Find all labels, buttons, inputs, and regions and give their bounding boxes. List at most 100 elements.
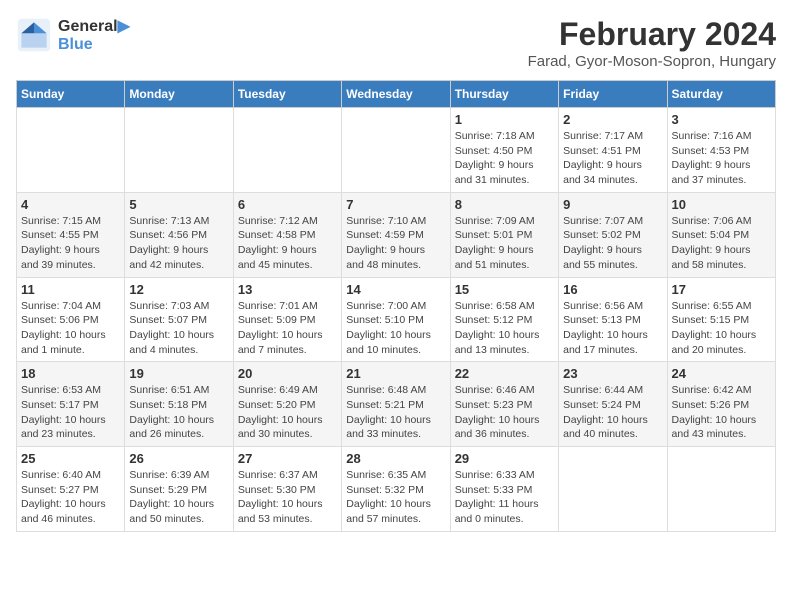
- day-detail: Sunrise: 7:13 AM Sunset: 4:56 PM Dayligh…: [129, 214, 228, 273]
- calendar-day-cell: [17, 108, 125, 193]
- day-detail: Sunrise: 7:10 AM Sunset: 4:59 PM Dayligh…: [346, 214, 445, 273]
- calendar-day-cell: 2Sunrise: 7:17 AM Sunset: 4:51 PM Daylig…: [559, 108, 667, 193]
- day-number: 18: [21, 366, 120, 381]
- day-detail: Sunrise: 6:33 AM Sunset: 5:33 PM Dayligh…: [455, 468, 554, 527]
- calendar-day-cell: 21 Sunrise: 6:48 AM Sunset: 5:21 PM Dayli…: [342, 362, 450, 447]
- day-number: 10: [672, 197, 771, 212]
- day-number: 11: [21, 282, 120, 297]
- calendar-weekday-header: Wednesday: [342, 81, 450, 108]
- day-detail: Sunrise: 6:40 AM Sunset: 5:27 PM Dayligh…: [21, 468, 120, 527]
- calendar-day-cell: 19 Sunrise: 6:51 AM Sunset: 5:18 PM Dayli…: [125, 362, 233, 447]
- calendar-weekday-header: Sunday: [17, 81, 125, 108]
- calendar-day-cell: 3Sunrise: 7:16 AM Sunset: 4:53 PM Daylig…: [667, 108, 775, 193]
- day-number: 3: [672, 112, 771, 127]
- calendar-weekday-header: Saturday: [667, 81, 775, 108]
- calendar-week-row: 11 Sunrise: 7:04 AM Sunset: 5:06 PM Dayli…: [17, 277, 776, 362]
- calendar-day-cell: [559, 447, 667, 532]
- calendar-day-cell: [125, 108, 233, 193]
- day-number: 5: [129, 197, 228, 212]
- day-number: 9: [563, 197, 662, 212]
- day-number: 13: [238, 282, 337, 297]
- day-number: 14: [346, 282, 445, 297]
- day-detail: Sunrise: 6:46 AM Sunset: 5:23 PM Dayligh…: [455, 383, 554, 442]
- day-number: 25: [21, 451, 120, 466]
- location-subtitle: Farad, Gyor-Moson-Sopron, Hungary: [528, 53, 776, 70]
- day-number: 27: [238, 451, 337, 466]
- day-number: 6: [238, 197, 337, 212]
- calendar-week-row: 25 Sunrise: 6:40 AM Sunset: 5:27 PM Dayli…: [17, 447, 776, 532]
- day-number: 26: [129, 451, 228, 466]
- day-number: 1: [455, 112, 554, 127]
- calendar-day-cell: 20 Sunrise: 6:49 AM Sunset: 5:20 PM Dayli…: [233, 362, 341, 447]
- calendar-week-row: 1 Sunrise: 7:18 AM Sunset: 4:50 PM Daylig…: [17, 108, 776, 193]
- day-detail: Sunrise: 6:58 AM Sunset: 5:12 PM Dayligh…: [455, 299, 554, 358]
- calendar-day-cell: 22 Sunrise: 6:46 AM Sunset: 5:23 PM Dayli…: [450, 362, 558, 447]
- day-number: 28: [346, 451, 445, 466]
- day-detail: Sunrise: 7:03 AM Sunset: 5:07 PM Dayligh…: [129, 299, 228, 358]
- calendar-day-cell: 7 Sunrise: 7:10 AM Sunset: 4:59 PM Daylig…: [342, 192, 450, 277]
- calendar-day-cell: 8Sunrise: 7:09 AM Sunset: 5:01 PM Daylig…: [450, 192, 558, 277]
- calendar-day-cell: 27 Sunrise: 6:37 AM Sunset: 5:30 PM Dayli…: [233, 447, 341, 532]
- day-detail: Sunrise: 6:35 AM Sunset: 5:32 PM Dayligh…: [346, 468, 445, 527]
- calendar-day-cell: 18 Sunrise: 6:53 AM Sunset: 5:17 PM Dayli…: [17, 362, 125, 447]
- logo-text: General▶ Blue: [58, 16, 130, 54]
- day-detail: Sunrise: 7:15 AM Sunset: 4:55 PM Dayligh…: [21, 214, 120, 273]
- calendar-day-cell: 16 Sunrise: 6:56 AM Sunset: 5:13 PM Dayli…: [559, 277, 667, 362]
- day-number: 29: [455, 451, 554, 466]
- main-title: February 2024: [528, 16, 776, 53]
- calendar-weekday-header: Friday: [559, 81, 667, 108]
- calendar-day-cell: 11 Sunrise: 7:04 AM Sunset: 5:06 PM Dayli…: [17, 277, 125, 362]
- calendar-day-cell: 24Sunrise: 6:42 AM Sunset: 5:26 PM Dayli…: [667, 362, 775, 447]
- day-detail: Sunrise: 7:18 AM Sunset: 4:50 PM Dayligh…: [455, 129, 554, 188]
- day-number: 12: [129, 282, 228, 297]
- day-detail: Sunrise: 7:00 AM Sunset: 5:10 PM Dayligh…: [346, 299, 445, 358]
- day-detail: Sunrise: 6:51 AM Sunset: 5:18 PM Dayligh…: [129, 383, 228, 442]
- day-number: 17: [672, 282, 771, 297]
- day-number: 22: [455, 366, 554, 381]
- calendar-day-cell: 17 Sunrise: 6:55 AM Sunset: 5:15 PM Dayli…: [667, 277, 775, 362]
- calendar-day-cell: 5 Sunrise: 7:13 AM Sunset: 4:56 PM Daylig…: [125, 192, 233, 277]
- day-detail: Sunrise: 6:56 AM Sunset: 5:13 PM Dayligh…: [563, 299, 662, 358]
- calendar-week-row: 4 Sunrise: 7:15 AM Sunset: 4:55 PM Daylig…: [17, 192, 776, 277]
- calendar-day-cell: [667, 447, 775, 532]
- calendar-day-cell: 25 Sunrise: 6:40 AM Sunset: 5:27 PM Dayli…: [17, 447, 125, 532]
- calendar-day-cell: 13 Sunrise: 7:01 AM Sunset: 5:09 PM Dayli…: [233, 277, 341, 362]
- day-number: 4: [21, 197, 120, 212]
- calendar-header-row: SundayMondayTuesdayWednesdayThursdayFrid…: [17, 81, 776, 108]
- calendar-day-cell: 1 Sunrise: 7:18 AM Sunset: 4:50 PM Daylig…: [450, 108, 558, 193]
- day-number: 21: [346, 366, 445, 381]
- day-number: 24: [672, 366, 771, 381]
- day-detail: Sunrise: 6:49 AM Sunset: 5:20 PM Dayligh…: [238, 383, 337, 442]
- calendar-day-cell: 14 Sunrise: 7:00 AM Sunset: 5:10 PM Dayli…: [342, 277, 450, 362]
- day-number: 23: [563, 366, 662, 381]
- calendar-day-cell: [233, 108, 341, 193]
- day-detail: Sunrise: 7:04 AM Sunset: 5:06 PM Dayligh…: [21, 299, 120, 358]
- day-number: 19: [129, 366, 228, 381]
- calendar-day-cell: 6Sunrise: 7:12 AM Sunset: 4:58 PM Daylig…: [233, 192, 341, 277]
- day-number: 8: [455, 197, 554, 212]
- day-number: 15: [455, 282, 554, 297]
- day-detail: Sunrise: 7:17 AM Sunset: 4:51 PM Dayligh…: [563, 129, 662, 188]
- day-number: 16: [563, 282, 662, 297]
- day-detail: Sunrise: 6:48 AM Sunset: 5:21 PM Dayligh…: [346, 383, 445, 442]
- calendar-weekday-header: Thursday: [450, 81, 558, 108]
- page-header: General▶ Blue February 2024 Farad, Gyor-…: [16, 16, 776, 70]
- day-detail: Sunrise: 7:07 AM Sunset: 5:02 PM Dayligh…: [563, 214, 662, 273]
- day-detail: Sunrise: 6:37 AM Sunset: 5:30 PM Dayligh…: [238, 468, 337, 527]
- calendar-day-cell: [342, 108, 450, 193]
- calendar-table: SundayMondayTuesdayWednesdayThursdayFrid…: [16, 80, 776, 532]
- day-number: 7: [346, 197, 445, 212]
- day-detail: Sunrise: 7:06 AM Sunset: 5:04 PM Dayligh…: [672, 214, 771, 273]
- calendar-day-cell: 28 Sunrise: 6:35 AM Sunset: 5:32 PM Dayli…: [342, 447, 450, 532]
- calendar-weekday-header: Tuesday: [233, 81, 341, 108]
- calendar-day-cell: 23Sunrise: 6:44 AM Sunset: 5:24 PM Dayli…: [559, 362, 667, 447]
- calendar-week-row: 18 Sunrise: 6:53 AM Sunset: 5:17 PM Dayli…: [17, 362, 776, 447]
- day-detail: Sunrise: 6:53 AM Sunset: 5:17 PM Dayligh…: [21, 383, 120, 442]
- calendar-weekday-header: Monday: [125, 81, 233, 108]
- day-number: 20: [238, 366, 337, 381]
- day-detail: Sunrise: 7:01 AM Sunset: 5:09 PM Dayligh…: [238, 299, 337, 358]
- calendar-day-cell: 12 Sunrise: 7:03 AM Sunset: 5:07 PM Dayli…: [125, 277, 233, 362]
- title-area: February 2024 Farad, Gyor-Moson-Sopron, …: [528, 16, 776, 70]
- day-detail: Sunrise: 6:55 AM Sunset: 5:15 PM Dayligh…: [672, 299, 771, 358]
- calendar-day-cell: 29 Sunrise: 6:33 AM Sunset: 5:33 PM Dayli…: [450, 447, 558, 532]
